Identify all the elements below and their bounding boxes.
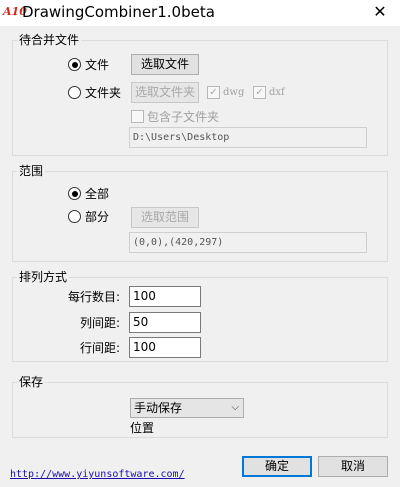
- select-folder-button[interactable]: 选取文件夹: [131, 82, 199, 103]
- include-subfolders-checkbox[interactable]: [131, 110, 144, 123]
- app-logo-icon: A10: [3, 5, 27, 18]
- chevron-down-icon: ⌵: [231, 402, 239, 413]
- radio-all[interactable]: [68, 187, 81, 200]
- radio-all-label: 全部: [85, 187, 110, 201]
- select-range-button[interactable]: 选取范围: [131, 207, 199, 228]
- include-subfolders-label: 包含子文件夹: [147, 110, 220, 124]
- radio-folder-label: 文件夹: [85, 86, 122, 100]
- folder-path-field: D:\Users\Desktop: [129, 127, 367, 148]
- ok-button[interactable]: 确定: [242, 456, 312, 477]
- dwg-checkbox[interactable]: ✓: [207, 86, 220, 99]
- dxf-label: dxf: [269, 87, 285, 98]
- radio-file[interactable]: [68, 58, 81, 71]
- range-group-title: 范围: [17, 164, 46, 178]
- location-label: 位置: [130, 421, 155, 435]
- save-group-title: 保存: [17, 375, 46, 389]
- title-bar: A10 DrawingCombiner1.0beta ✕: [0, 0, 400, 26]
- radio-part[interactable]: [68, 210, 81, 223]
- row-spacing-input[interactable]: 100: [129, 337, 201, 358]
- range-value-field: (0,0),(420,297): [129, 232, 367, 253]
- files-group-title: 待合并文件: [17, 33, 82, 47]
- dwg-label: dwg: [223, 87, 245, 98]
- save-mode-dropdown[interactable]: 手动保存 ⌵: [130, 398, 244, 418]
- per-row-label: 每行数目:: [68, 290, 121, 304]
- per-row-input[interactable]: 100: [129, 286, 201, 307]
- save-mode-value: 手动保存: [134, 401, 183, 415]
- radio-part-label: 部分: [85, 210, 110, 224]
- select-file-button[interactable]: 选取文件: [131, 54, 199, 75]
- col-spacing-input[interactable]: 50: [129, 312, 201, 333]
- website-link[interactable]: http://www.yiyunsoftware.com/: [10, 469, 185, 481]
- col-spacing-label: 列间距:: [80, 316, 121, 330]
- close-icon[interactable]: ✕: [368, 2, 392, 22]
- dxf-checkbox[interactable]: ✓: [253, 86, 266, 99]
- radio-file-label: 文件: [85, 58, 110, 72]
- cancel-button[interactable]: 取消: [318, 456, 388, 477]
- radio-folder[interactable]: [68, 86, 81, 99]
- window-title: DrawingCombiner1.0beta: [22, 3, 215, 21]
- layout-group-title: 排列方式: [17, 270, 70, 284]
- row-spacing-label: 行间距:: [80, 341, 121, 355]
